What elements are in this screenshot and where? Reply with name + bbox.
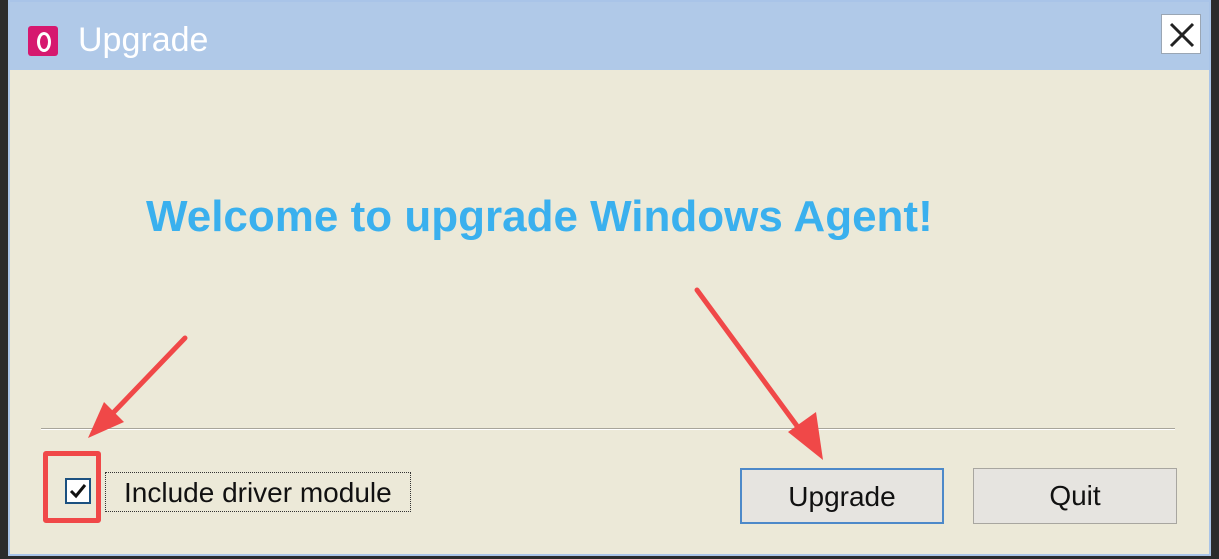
annotation-arrows bbox=[88, 287, 823, 460]
arrow-to-checkbox bbox=[88, 335, 188, 438]
arrow-to-upgrade bbox=[694, 287, 823, 460]
